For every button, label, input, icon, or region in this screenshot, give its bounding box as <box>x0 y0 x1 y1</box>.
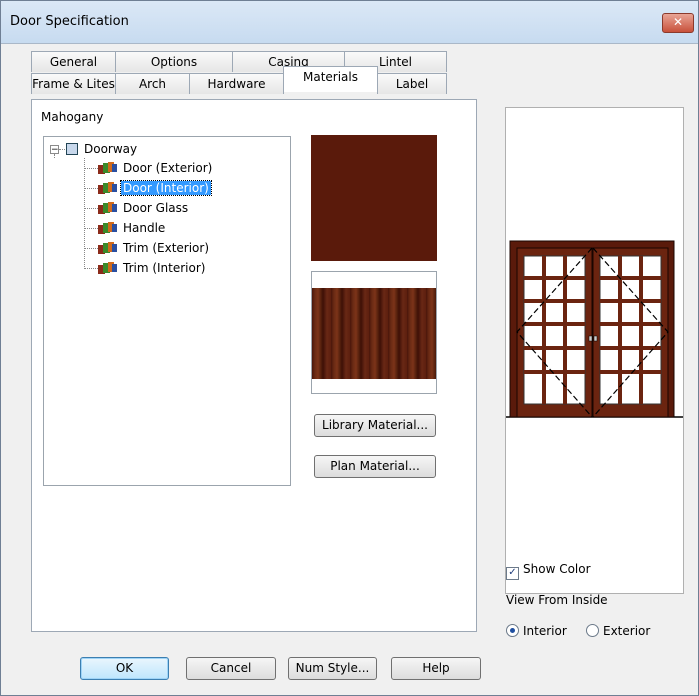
show-color-label: Show Color <box>523 562 591 576</box>
door-preview <box>505 107 684 594</box>
radio-exterior[interactable]: Exterior <box>586 624 650 638</box>
tab-options[interactable]: Options <box>115 51 233 72</box>
material-tree[interactable]: − Doorway Door (Exterior) Door (Interior… <box>43 136 291 486</box>
tree-item-trim-exterior[interactable]: Trim (Exterior) <box>98 239 211 257</box>
wood-texture <box>312 288 436 379</box>
material-icon <box>98 162 117 174</box>
close-button[interactable]: ✕ <box>662 13 694 33</box>
checkbox-checked-icon[interactable]: ✓ <box>506 567 519 580</box>
tree-item-door-exterior[interactable]: Door (Exterior) <box>98 159 214 177</box>
close-icon: ✕ <box>672 15 684 29</box>
tree-root-doorway[interactable]: Doorway <box>66 140 139 158</box>
library-material-button[interactable]: Library Material... <box>314 414 436 437</box>
door-preview-image <box>506 240 683 418</box>
cancel-button[interactable]: Cancel <box>186 657 276 680</box>
collapse-toggle-icon[interactable]: − <box>50 145 59 155</box>
radio-unselected-icon[interactable] <box>586 624 599 637</box>
tab-general[interactable]: General <box>31 51 116 72</box>
material-icon <box>98 242 117 254</box>
plan-material-button[interactable]: Plan Material... <box>314 455 436 478</box>
material-icon <box>98 182 117 194</box>
tree-item-trim-interior[interactable]: Trim (Interior) <box>98 259 207 277</box>
radio-selected-icon[interactable] <box>506 624 519 637</box>
view-from-inside-label: View From Inside <box>506 593 608 607</box>
material-texture-preview <box>311 271 437 394</box>
material-icon <box>98 202 117 214</box>
tab-materials[interactable]: Materials <box>283 66 378 92</box>
tab-label[interactable]: Label <box>377 73 447 94</box>
radio-interior[interactable]: Interior <box>506 624 567 638</box>
tab-frame-lites[interactable]: Frame & Lites <box>31 73 116 94</box>
materials-panel: Mahogany − Doorway Door (Exterior) Door … <box>31 99 477 632</box>
num-style-button[interactable]: Num Style... <box>288 657 377 680</box>
window-title: Door Specification <box>10 14 129 29</box>
doorway-icon <box>66 143 78 155</box>
material-color-swatch <box>311 135 437 261</box>
help-button[interactable]: Help <box>391 657 481 680</box>
tree-item-door-glass[interactable]: Door Glass <box>98 199 190 217</box>
current-material-name: Mahogany <box>41 110 104 124</box>
tab-hardware[interactable]: Hardware <box>189 73 284 94</box>
show-color-checkbox[interactable]: ✓ Show Color <box>506 562 591 580</box>
exterior-label: Exterior <box>603 624 651 638</box>
door-specification-dialog: Door Specification ✕ General Options Cas… <box>0 0 699 696</box>
tree-item-door-interior[interactable]: Door (Interior) <box>98 179 212 197</box>
tab-arch[interactable]: Arch <box>115 73 190 94</box>
material-icon <box>98 222 117 234</box>
tree-item-handle[interactable]: Handle <box>98 219 167 237</box>
ok-button[interactable]: OK <box>80 657 169 680</box>
dialog-body: General Options Casing Lintel Frame & Li… <box>2 44 697 694</box>
material-icon <box>98 262 117 274</box>
interior-label: Interior <box>523 624 567 638</box>
title-bar: Door Specification ✕ <box>1 1 698 44</box>
